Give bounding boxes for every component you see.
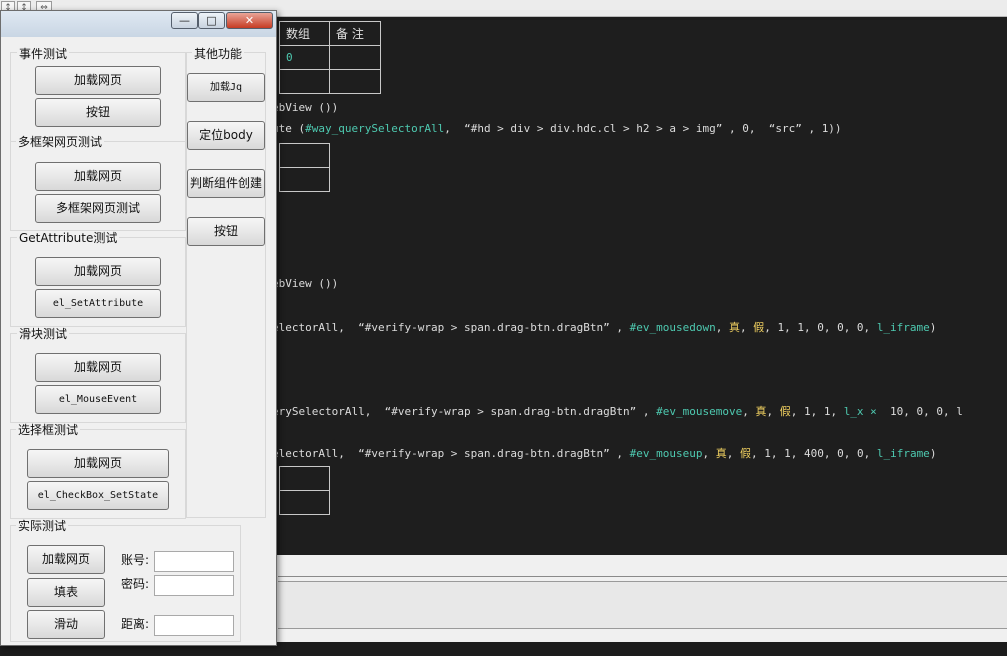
variable-table-2 [279,143,330,192]
code-token: , 1, 1, 0, 0, 0, [764,321,877,334]
table-cell [279,167,330,192]
other-button[interactable]: 按钮 [187,217,265,246]
code-line-5: erySelectorAll, “#verify-wrap > span.dra… [272,403,963,419]
table-header-array: 数组 [279,21,330,46]
password-input[interactable] [154,575,234,596]
distance-label: 距离: [121,617,150,631]
test-window: — □ ✕ 事件测试 加载网页 按钮 多框架网页测试 加载网页 多框架网页测试 … [0,10,277,646]
table-cell [279,490,330,515]
code-token: ) [929,447,937,460]
multiframe-test-button[interactable]: 多框架网页测试 [35,194,161,223]
table-cell-array: 0 [279,45,330,70]
code-token: electorAll, “#verify-wrap > span.drag-bt… [272,447,630,460]
event-load-page-button[interactable]: 加载网页 [35,66,161,95]
code-token: , [715,321,729,334]
minimize-button[interactable]: — [171,12,198,29]
actual-load-page-button[interactable]: 加载网页 [27,545,105,574]
code-line-2: ute (#way_querySelectorAll, “#hd > div >… [272,122,842,135]
table-cell [279,466,330,491]
code-line-1: ebView ()) [272,101,339,114]
table-header-remark: 备 注 [329,21,381,46]
divider [278,576,1007,577]
code-token: , [726,447,740,460]
checkbox-load-page-button[interactable]: 加载网页 [27,449,169,478]
getattr-load-page-button[interactable]: 加载网页 [35,257,161,286]
code-token: , [702,447,716,460]
code-token: #ev_mousemove [656,405,743,418]
table-cell [279,143,330,168]
code-line-4: electorAll, “#verify-wrap > span.drag-bt… [272,319,936,335]
table-cell [329,69,381,94]
code-token: , 1, 1, [790,405,844,418]
group-label-event-test: 事件测试 [17,47,70,61]
slide-button[interactable]: 滑动 [27,610,105,639]
code-token: l_iframe [876,321,930,334]
fill-form-button[interactable]: 填表 [27,578,105,607]
code-token: , [766,405,780,418]
code-token: 真 [715,447,727,460]
multiframe-load-page-button[interactable]: 加载网页 [35,162,161,191]
window-titlebar[interactable]: — □ ✕ [1,11,276,37]
close-button[interactable]: ✕ [226,12,273,29]
code-token: ) [929,321,937,334]
table-cell [279,69,330,94]
code-token: l_iframe [876,447,930,460]
checkbox-set-state-button[interactable]: el_CheckBox_SetState [27,481,169,510]
code-token: l_x [843,405,864,418]
account-label: 账号: [121,553,150,567]
code-token: erySelectorAll, “#verify-wrap > span.dra… [272,405,657,418]
group-label-checkbox-test: 选择框测试 [16,423,81,437]
group-label-slider-test: 滑块测试 [17,327,70,341]
set-attribute-button[interactable]: el_SetAttribute [35,289,161,318]
variable-table-3 [279,466,330,515]
distance-input[interactable] [154,615,234,636]
code-token: #ev_mouseup [629,447,703,460]
code-token: , [739,321,754,334]
code-token: , 1, 1, 400, 0, 0, [750,447,877,460]
code-token: 假 [753,321,765,334]
maximize-button[interactable]: □ [198,12,225,29]
load-jq-button[interactable]: 加载Jq [187,73,265,102]
code-token: 假 [739,447,751,460]
code-token: 10, 0, 0, l [883,405,963,418]
code-token: × [863,405,884,418]
code-line-6: electorAll, “#verify-wrap > span.drag-bt… [272,445,936,461]
code-token: , “#hd > div > div.hdc.cl > h2 > a > img… [444,122,842,135]
code-token: 真 [728,321,740,334]
check-component-created-button[interactable]: 判断组件创建 [187,169,265,198]
code-token: #ev_mousedown [629,321,716,334]
code-token: 假 [779,405,791,418]
mouse-event-button[interactable]: el_MouseEvent [35,385,161,414]
code-line-3: ebView ()) [272,277,339,290]
status-panel [278,581,1007,629]
code-token: , [742,405,756,418]
group-label-getattribute-test: GetAttribute测试 [17,231,120,245]
code-token: #way_querySelectorAll [305,122,445,135]
account-input[interactable] [154,551,234,572]
event-button[interactable]: 按钮 [35,98,161,127]
slider-load-page-button[interactable]: 加载网页 [35,353,161,382]
password-label: 密码: [121,577,150,591]
group-label-multiframe-test: 多框架网页测试 [16,135,105,149]
group-label-other-functions: 其他功能 [192,47,245,61]
locate-body-button[interactable]: 定位body [187,121,265,150]
variable-table: 数组 备 注 0 [279,21,381,94]
code-token: electorAll, “#verify-wrap > span.drag-bt… [272,321,630,334]
group-label-actual-test: 实际测试 [16,519,69,533]
table-cell-remark [329,45,381,70]
code-token: 真 [755,405,767,418]
